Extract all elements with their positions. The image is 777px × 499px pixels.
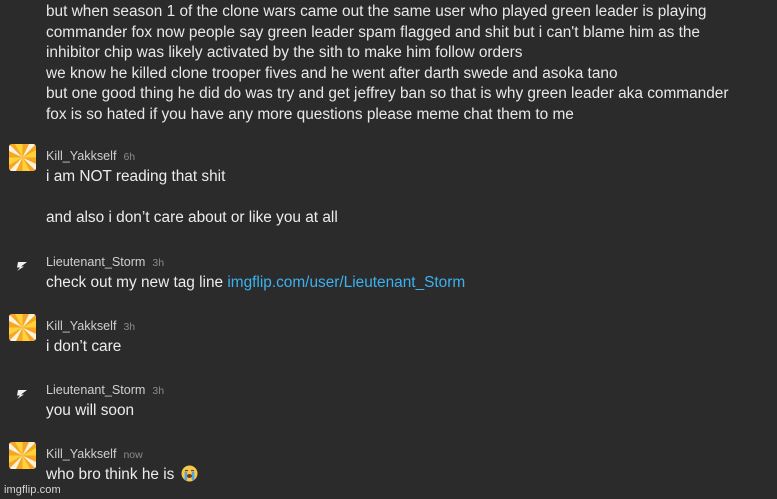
message-body: i don’t care [46,337,121,358]
profile-link[interactable]: imgflip.com/user/Lieutenant_Storm [227,274,465,291]
message-text: who bro think he is [46,466,175,483]
message-line: we know he killed clone trooper fives an… [46,64,618,82]
username-link[interactable]: Lieutenant_Storm [46,255,145,269]
message-line: but when season 1 of the clone wars came… [46,3,707,20]
message-line: inhibitor chip was likely activated by t… [46,44,523,62]
message-body: who bro think he is [46,465,198,486]
chat-thread: but when season 1 of the clone wars came… [0,0,777,499]
imgflip-watermark: imgflip.com [4,484,61,496]
message-line: but one good thing he did do was try and… [46,85,729,103]
message-header: Kill_Yakkself now [46,446,143,463]
message-body: you will soon [46,401,134,422]
timestamp: 3h [123,321,136,333]
pinwheel-avatar-icon[interactable] [9,144,36,171]
pinwheel-avatar-icon[interactable] [9,314,36,341]
username-link[interactable]: Kill_Yakkself [46,149,116,163]
message-line: commander fox now people say green leade… [46,23,700,41]
message-header: Kill_Yakkself 3h [46,318,135,335]
loudly-crying-face-emoji [181,465,198,482]
message-text: i am NOT reading that shit [46,168,226,185]
username-link[interactable]: Lieutenant_Storm [46,383,145,397]
storm-avatar-icon[interactable] [9,386,36,413]
message-header: Lieutenant_Storm 3h [46,382,164,399]
timestamp: 3h [152,257,165,269]
previous-message-text: but when season 1 of the clone wars came… [46,2,771,126]
timestamp: 6h [123,151,136,163]
message-header: Kill_Yakkself 6h [46,148,135,165]
username-link[interactable]: Kill_Yakkself [46,319,116,333]
message-body: i am NOT reading that shit and also i do… [46,167,338,228]
message-text: i don’t care [46,338,122,355]
timestamp: now [123,449,143,461]
pinwheel-avatar-icon[interactable] [9,442,36,469]
message-text: and also i don’t care about or like you … [46,208,338,226]
storm-avatar-icon[interactable] [9,258,36,285]
message-body: check out my new tag line imgflip.com/us… [46,273,465,294]
username-link[interactable]: Kill_Yakkself [46,447,116,461]
message-text: check out my new tag line [46,274,228,291]
timestamp: 3h [152,385,165,397]
message-line: fox is so hated if you have any more que… [46,105,574,123]
message-text: you will soon [46,402,135,419]
message-header: Lieutenant_Storm 3h [46,254,164,271]
